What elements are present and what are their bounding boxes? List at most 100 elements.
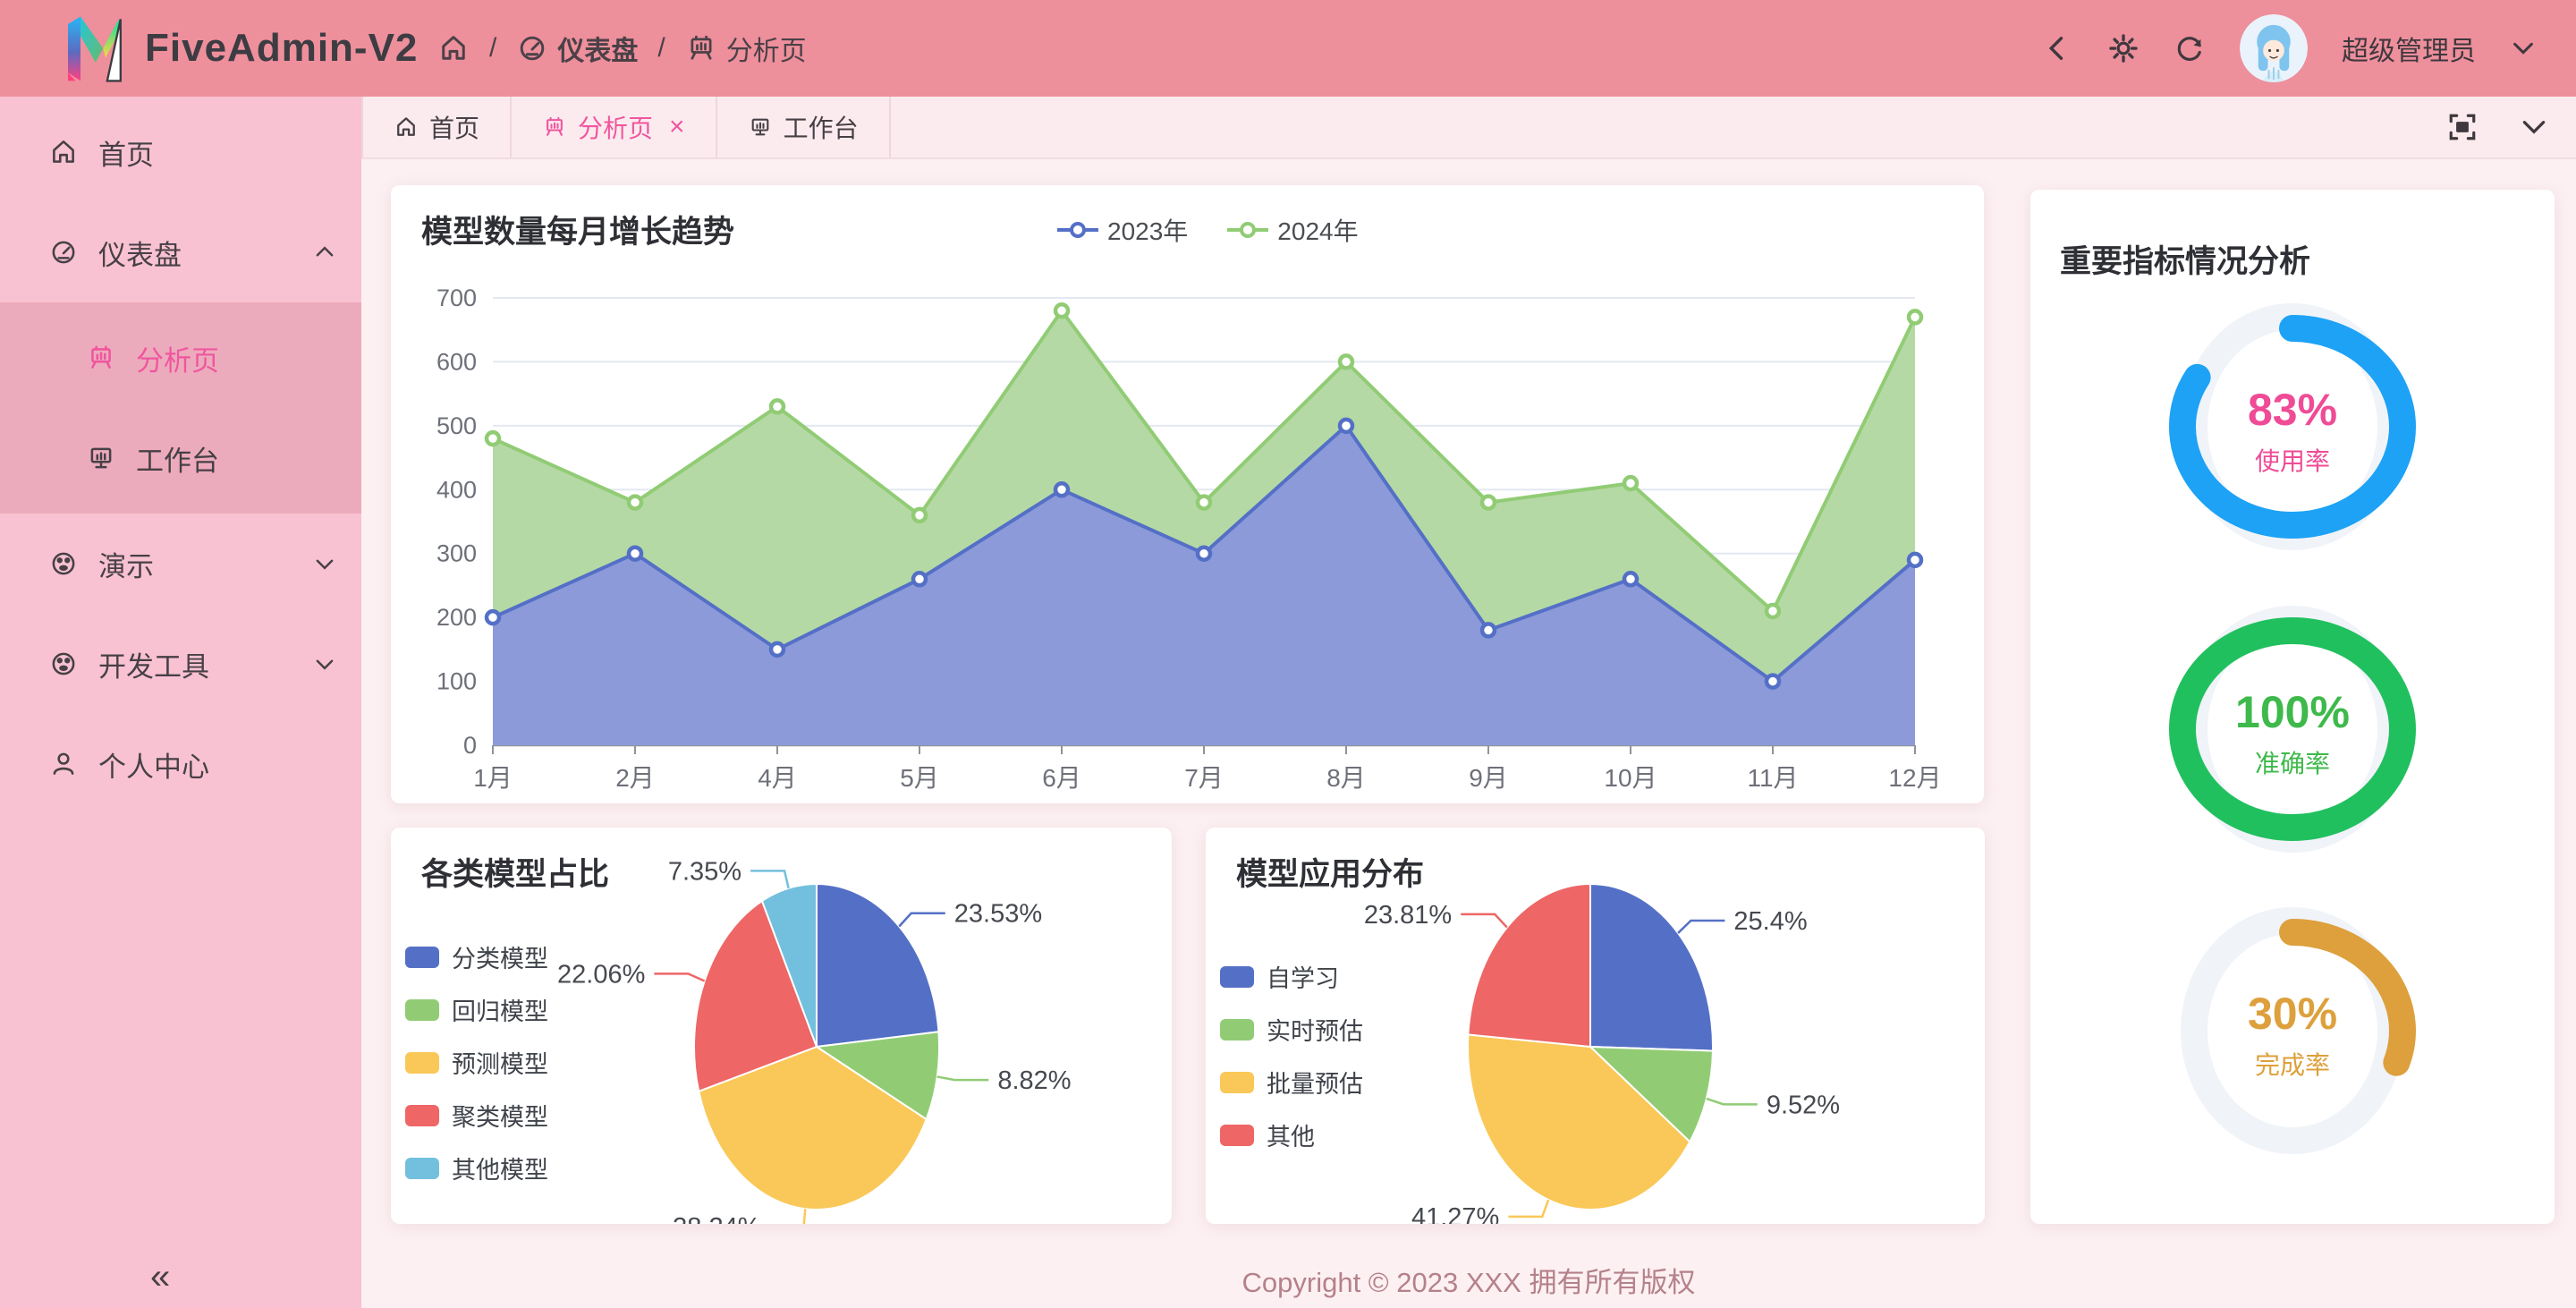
sidebar-item-devtools[interactable]: 开发工具 [0, 614, 361, 714]
sidebar: 首页 仪表盘 分析页 [0, 97, 361, 1308]
kpi-panel: 重要指标情况分析 83%使用率100%准确率30%完成率 [2030, 190, 2555, 1224]
svg-text:11月: 11月 [1747, 764, 1798, 790]
sidebar-item-analysis[interactable]: 分析页 [0, 308, 361, 408]
pie-slice[interactable] [1468, 884, 1590, 1047]
gauge-value: 83% [2248, 385, 2337, 435]
tabbar-tools [2447, 97, 2576, 157]
film-reel-icon [48, 649, 79, 679]
legend-item[interactable]: 2024年 [1227, 212, 1358, 248]
chevron-down-icon [313, 652, 336, 675]
legend-item[interactable]: 2023年 [1057, 212, 1188, 248]
gauge-ring-icon: 83% 使用率 [2158, 293, 2427, 561]
line-chart-legend: 2023年 2024年 [1057, 212, 1359, 248]
svg-text:7月: 7月 [1184, 764, 1224, 790]
gauge-label: 完成率 [2255, 1051, 2330, 1079]
sidebar-item-home[interactable]: 首页 [0, 102, 361, 202]
home-icon [48, 137, 79, 167]
avatar-image [2240, 14, 2308, 82]
gauge-使用率: 83% 使用率 [2158, 293, 2427, 561]
line-chart-card: 模型数量每月增长趋势 2023年2024年 010020030040050060… [391, 185, 1984, 803]
chevron-down-icon[interactable] [2519, 112, 2549, 142]
line-chart-title: 模型数量每月增长趋势 [421, 207, 734, 252]
refresh-icon[interactable] [2174, 32, 2206, 64]
fullscreen-icon[interactable] [2447, 112, 2478, 142]
sidebar-item-label: 工作台 [136, 438, 219, 479]
breadcrumb-page[interactable]: 分析页 [685, 29, 807, 68]
svg-text:8月: 8月 [1326, 764, 1366, 790]
tab-analysis[interactable]: 分析页 × [512, 97, 717, 157]
svg-text:9月: 9月 [1469, 764, 1508, 790]
sidebar-item-label: 首页 [98, 132, 154, 173]
pie-slice-label: 9.52% [1767, 1091, 1840, 1119]
film-reel-icon [48, 548, 79, 579]
copyright-footer: Copyright © 2023 XXX 拥有所有版权 [361, 1260, 2576, 1300]
svg-text:4月: 4月 [758, 764, 797, 790]
legend-label: 2024年 [1277, 212, 1358, 248]
user-name[interactable]: 超级管理员 [2342, 29, 2476, 68]
pie-slice[interactable] [1590, 884, 1713, 1051]
sidebar-collapse-button[interactable]: « [150, 1257, 166, 1297]
breadcrumb-separator: / [657, 33, 665, 64]
tab-close-icon[interactable]: × [669, 112, 685, 142]
sidebar-item-label: 演示 [98, 544, 154, 584]
pie-chart-card-model-apps: 模型应用分布 自学习实时预估批量预估其他 25.4%9.52%41.27%23.… [1206, 828, 1985, 1224]
analysis-board-icon [542, 115, 567, 140]
tabbar: 首页 分析页 × 工作台 [361, 97, 2576, 159]
sidebar-submenu-dashboard: 分析页 工作台 [0, 302, 361, 514]
sidebar-item-label: 分析页 [136, 338, 219, 378]
tab-workbench[interactable]: 工作台 [717, 97, 891, 157]
pie-slice-label: 41.27% [1411, 1203, 1499, 1224]
breadcrumb-dashboard[interactable]: 仪表盘 [516, 29, 638, 68]
tab-home[interactable]: 首页 [361, 97, 512, 157]
sidebar-item-workbench[interactable]: 工作台 [0, 408, 361, 508]
pie-slice-label: 23.81% [1364, 901, 1452, 930]
analysis-board-icon [86, 343, 116, 373]
pie-chart-model-types: 23.53%8.82%38.24%22.06%7.35% [391, 828, 1172, 1224]
gear-icon[interactable] [2107, 32, 2140, 64]
chevron-down-icon [313, 552, 336, 575]
gauge-value: 100% [2235, 687, 2350, 737]
sidebar-item-profile[interactable]: 个人中心 [0, 714, 361, 814]
dashboard-icon [516, 32, 548, 64]
svg-text:2月: 2月 [615, 764, 655, 790]
line-chart: 01002003004005006007001月2月4月5月6月7月8月9月10… [412, 271, 1969, 790]
svg-text:0: 0 [463, 732, 477, 759]
svg-text:5月: 5月 [900, 764, 939, 790]
pie-slice-label: 7.35% [668, 857, 741, 886]
app-title: FiveAdmin-V2 [145, 0, 418, 97]
svg-text:700: 700 [436, 285, 477, 311]
home-icon [437, 32, 470, 64]
svg-text:6月: 6月 [1042, 764, 1081, 790]
breadcrumb-home[interactable] [437, 32, 470, 64]
chevron-down-icon[interactable] [2510, 35, 2537, 62]
app-header: FiveAdmin-V2 / 仪表盘 / 分析页 [0, 0, 2576, 97]
pie-slice-label: 8.82% [997, 1066, 1071, 1095]
legend-label: 2023年 [1107, 212, 1188, 248]
svg-text:600: 600 [436, 348, 477, 375]
sidebar-item-label: 仪表盘 [98, 233, 182, 273]
pie-slice-label: 22.06% [557, 960, 645, 989]
sidebar-item-demo[interactable]: 演示 [0, 514, 361, 614]
pie-chart-card-model-types: 各类模型占比 分类模型回归模型预测模型聚类模型其他模型 23.53%8.82%3… [391, 828, 1172, 1224]
monitor-icon [86, 443, 116, 473]
pie-slice[interactable] [817, 884, 938, 1047]
legend-marker-icon [1227, 220, 1268, 240]
gauge-完成率: 30%完成率 [2158, 896, 2427, 1165]
pie-slice-label: 25.4% [1733, 907, 1807, 936]
pie-chart-model-apps: 25.4% 9.52% 41.27% 23.81% [1206, 828, 1985, 1224]
home-icon [394, 115, 419, 140]
gauge-label: 准确率 [2255, 750, 2330, 777]
gauge-ring-icon: 30%完成率 [2158, 896, 2427, 1165]
app-logo-icon [55, 11, 131, 86]
chevron-left-icon[interactable] [2041, 32, 2073, 64]
sidebar-item-dashboard[interactable]: 仪表盘 [0, 202, 361, 302]
gauge-label: 使用率 [2255, 447, 2330, 475]
svg-text:1月: 1月 [473, 764, 513, 790]
gauge-ring-icon: 100% 准确率 [2158, 595, 2427, 863]
svg-text:400: 400 [436, 476, 477, 503]
chevron-up-icon [313, 241, 336, 264]
svg-text:10月: 10月 [1604, 764, 1657, 790]
svg-text:12月: 12月 [1888, 764, 1941, 790]
avatar[interactable] [2240, 14, 2308, 82]
svg-text:100: 100 [436, 668, 477, 695]
